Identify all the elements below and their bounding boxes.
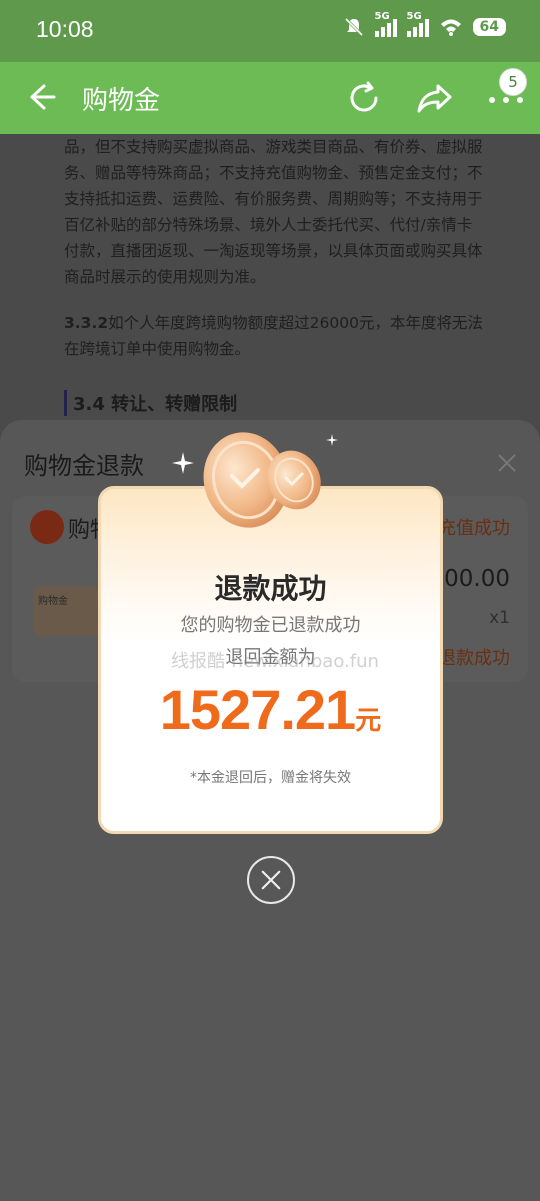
section-heading: 3.4 转让、转赠限制 [64,390,237,416]
sparkle-small-icon [326,434,338,446]
status-bar: 10:08 5G 5G 64 [0,0,540,62]
status-icons: 5G 5G 64 [343,11,506,38]
money-bag-icon [30,510,64,544]
coins-icon [203,432,321,528]
rules-article: 品，但不支持购买虚拟商品、游戏类目商品、有价券、虚拟服务、赠品等特殊商品；不支持… [0,134,540,434]
back-arrow-icon[interactable] [26,80,56,114]
signal-2-icon: 5G [406,11,429,37]
watermark: 线报酷-new.xianbao.fun [171,651,379,672]
clause-text: 如个人年度跨境购物额度超过26000元，本年度将无法在跨境订单中使用购物金。 [64,314,483,358]
clock: 10:08 [36,16,94,42]
dialog-subtitle: 您的购物金已退款成功 [180,615,361,636]
sparkle-icon [172,452,194,474]
refund-status: 退款成功 [438,648,510,669]
refund-success-dialog: 退款成功 您的购物金已退款成功 退回金额为 线报酷-new.xianbao.fu… [98,486,443,834]
clause-number: 3.3.2 [64,314,109,332]
order-status: 充值成功 [438,518,510,539]
amount-unit: 元 [355,706,382,736]
article-paragraph: 品，但不支持购买虚拟商品、游戏类目商品、有价券、虚拟服务、赠品等特殊商品；不支持… [64,138,483,286]
refund-amount: 1527.21元 [101,677,440,742]
product-thumbnail: 购物金 [34,586,104,636]
dialog-note: *本金退回后，赠金将失效 [190,770,351,786]
battery-indicator: 64 [472,18,506,36]
refresh-icon[interactable] [346,80,382,116]
dialog-close-icon[interactable] [247,856,295,904]
order-quantity: x1 [489,608,510,628]
article-paragraph-2: 3.3.2如个人年度跨境购物额度超过26000元，本年度将无法在跨境订单中使用购… [64,310,484,362]
app-bar: 购物金 [0,62,540,134]
amount-value: 1527.21 [159,678,356,741]
dialog-title: 退款成功 [214,572,327,605]
notification-badge: 5 [499,68,527,96]
thumbnail-label: 购物金 [38,596,68,607]
signal-1-icon: 5G [374,11,397,37]
close-icon[interactable] [496,452,518,474]
mute-bell-icon [344,17,363,37]
page-title: 购物金 [82,86,161,116]
wifi-icon [440,19,461,36]
share-icon[interactable] [416,80,454,116]
sheet-title: 购物金退款 [24,452,144,480]
